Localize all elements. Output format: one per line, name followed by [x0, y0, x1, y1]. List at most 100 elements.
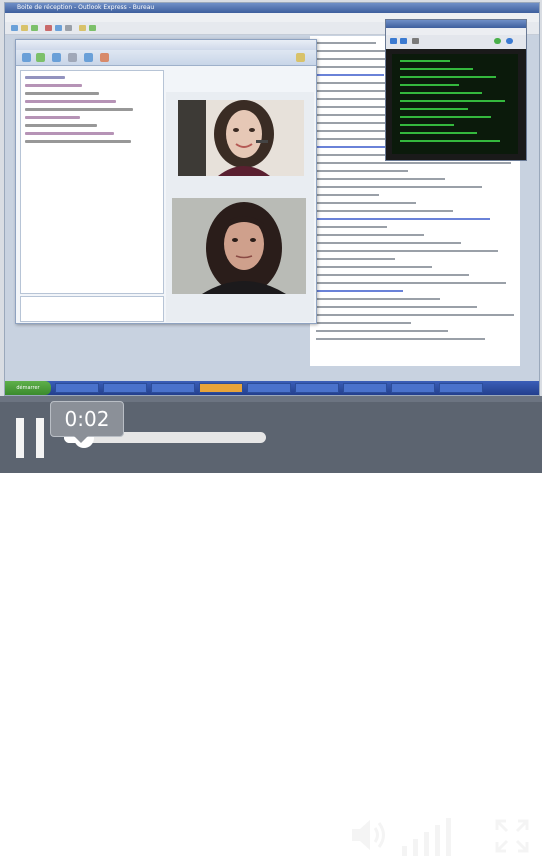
taskbar: démarrer — [5, 381, 539, 395]
conversation-line — [25, 108, 133, 111]
email-text-line — [316, 170, 408, 172]
email-text-line — [316, 194, 379, 196]
volume-bar — [413, 839, 418, 856]
media-info-line — [400, 84, 459, 86]
media-info-line — [400, 108, 468, 110]
toolbar-icon — [68, 53, 77, 62]
taskbar-item — [199, 383, 243, 393]
media-player-title — [386, 20, 526, 28]
email-text-line — [316, 226, 387, 228]
media-info-line — [400, 92, 482, 94]
media-info-line — [400, 76, 496, 78]
toolbar-icon — [100, 53, 109, 62]
messenger-title — [16, 40, 316, 50]
media-info-line — [400, 100, 505, 102]
pause-button[interactable] — [14, 418, 48, 458]
toolbar-icon — [36, 53, 45, 62]
email-text-line — [316, 250, 498, 252]
toolbar-icon — [65, 25, 72, 31]
volume-bar — [435, 825, 440, 856]
email-text-line — [316, 282, 506, 284]
recorded-desktop: Boite de réception - Outlook Express - B… — [4, 2, 540, 396]
messenger-window — [15, 39, 317, 324]
volume-level[interactable] — [402, 818, 482, 856]
taskbar-item — [343, 383, 387, 393]
email-text-line — [316, 234, 424, 236]
media-info-line — [400, 116, 491, 118]
email-text-line — [316, 202, 416, 204]
total-duration: 0:20 — [284, 814, 338, 842]
toolbar-icon — [89, 25, 96, 31]
media-info-line — [400, 60, 450, 62]
email-text-line — [316, 274, 469, 276]
media-info-line — [400, 68, 473, 70]
media-player-window — [385, 19, 527, 161]
toolbar-icon — [84, 53, 93, 62]
email-text-line — [316, 266, 432, 268]
toolbar-icon — [494, 38, 501, 44]
email-text-line — [316, 338, 485, 340]
email-text-line — [316, 210, 453, 212]
media-player-menu — [386, 28, 526, 35]
volume-icon[interactable] — [350, 816, 390, 854]
media-player-toolbar — [386, 35, 526, 49]
toolbar-icon — [79, 25, 86, 31]
volume-bar — [424, 832, 429, 856]
email-text-line — [316, 290, 403, 292]
email-text-line — [316, 298, 440, 300]
email-text-line — [316, 186, 482, 188]
toolbar-icon — [390, 38, 397, 44]
toolbar-icon — [21, 25, 28, 31]
conversation-history — [20, 70, 164, 294]
toolbar-icon — [400, 38, 407, 44]
conversation-line — [25, 140, 131, 143]
conversation-line — [25, 116, 80, 119]
taskbar-item — [55, 383, 99, 393]
toolbar-icon — [55, 25, 62, 31]
window-title: Boite de réception - Outlook Express - B… — [17, 4, 155, 11]
volume-bar — [446, 818, 451, 856]
message-compose-box — [20, 296, 164, 322]
email-text-line — [316, 178, 445, 180]
email-text-line — [316, 322, 411, 324]
email-text-line — [316, 106, 392, 108]
email-text-line — [316, 74, 384, 76]
fullscreen-icon[interactable] — [495, 819, 529, 853]
taskbar-item — [151, 383, 195, 393]
media-player-display — [392, 54, 518, 154]
conversation-line — [25, 92, 99, 95]
toolbar-icon — [22, 53, 31, 62]
email-text-line — [316, 306, 477, 308]
messenger-toolbar — [16, 50, 316, 66]
taskbar-item — [103, 383, 147, 393]
toolbar-icon — [11, 25, 18, 31]
conversation-line — [25, 132, 114, 135]
email-text-line — [316, 330, 448, 332]
media-info-line — [400, 124, 454, 126]
current-time-tooltip: 0:02 — [50, 401, 124, 437]
email-text-line — [316, 258, 395, 260]
email-text-line — [316, 314, 514, 316]
taskbar-item — [295, 383, 339, 393]
taskbar-item — [439, 383, 483, 393]
volume-bar — [402, 846, 407, 856]
conversation-line — [25, 84, 82, 87]
webcam-panel — [166, 92, 314, 322]
start-button: démarrer — [5, 381, 51, 395]
toolbar-icon — [412, 38, 419, 44]
conversation-line — [25, 100, 116, 103]
toolbar-icon — [506, 38, 513, 44]
video-frame[interactable]: Boite de réception - Outlook Express - B… — [0, 0, 542, 396]
window-titlebar: Boite de réception - Outlook Express - B… — [5, 3, 539, 13]
conversation-line — [25, 124, 97, 127]
toolbar-icon — [52, 53, 61, 62]
toolbar-icon — [45, 25, 52, 31]
tooltip-pointer — [72, 434, 90, 443]
webcam-local-video — [172, 198, 306, 294]
conversation-line — [25, 76, 65, 79]
taskbar-item — [391, 383, 435, 393]
taskbar-item — [247, 383, 291, 393]
email-text-line — [316, 42, 376, 44]
email-text-line — [316, 218, 490, 220]
email-text-line — [316, 242, 461, 244]
